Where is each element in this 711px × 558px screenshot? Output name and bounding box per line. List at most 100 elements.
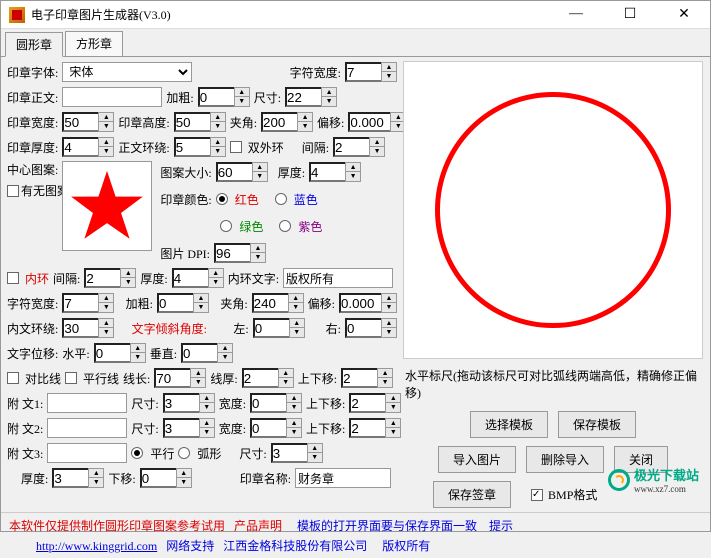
inner-text-input[interactable]	[283, 268, 393, 288]
offset-label: 偏移:	[317, 114, 344, 131]
thick-label: 印章厚度:	[7, 139, 58, 156]
footer: 本软件仅提供制作圆形印章图案参考试用 产品声明 模板的打开界面要与保存界面一致 …	[1, 512, 710, 558]
tab-circle[interactable]: 圆形章	[5, 32, 63, 57]
thick2-input[interactable]	[309, 162, 345, 182]
wrap2-input[interactable]	[62, 318, 98, 338]
att2-input[interactable]	[47, 418, 127, 438]
logo-icon	[608, 469, 630, 491]
delete-import-button[interactable]: 删除导入	[526, 446, 604, 473]
double-ring-checkbox[interactable]	[230, 141, 242, 153]
att3-parallel-radio[interactable]	[131, 447, 143, 459]
att2-ud[interactable]	[349, 418, 385, 438]
inner-ring-checkbox[interactable]	[7, 272, 19, 284]
watermark-logo: 极光下载站 www.xz7.com	[608, 465, 699, 494]
bold-label: 加粗:	[166, 89, 193, 106]
titlebar: 电子印章图片生成器(V3.0) — ☐ ✕	[1, 1, 710, 29]
angle2-input[interactable]	[252, 293, 288, 313]
minimize-button[interactable]: —	[558, 6, 594, 23]
att3-input[interactable]	[47, 443, 127, 463]
dpi-input[interactable]	[214, 243, 250, 263]
r-thick-input[interactable]	[52, 468, 88, 488]
att2-size[interactable]	[163, 418, 199, 438]
size-label: 尺寸:	[254, 89, 281, 106]
close-button[interactable]: ✕	[666, 6, 702, 23]
save-signature-button[interactable]: 保存签章	[433, 481, 511, 508]
tilt-left-input[interactable]	[253, 318, 289, 338]
parallel-checkbox[interactable]	[65, 372, 77, 384]
charw-input[interactable]	[345, 62, 381, 82]
inner-thick-input[interactable]	[172, 268, 208, 288]
inner-gap-input[interactable]	[84, 268, 120, 288]
sealw-label: 印章宽度:	[7, 114, 58, 131]
thick2-label: 厚度:	[278, 164, 305, 181]
tilt-label: 文字倾斜角度:	[132, 320, 207, 337]
inner-label: 内环	[25, 270, 49, 287]
charw2-input[interactable]	[62, 293, 98, 313]
tab-square[interactable]: 方形章	[65, 31, 123, 56]
bmp-checkbox[interactable]	[531, 489, 543, 501]
sealh-input[interactable]	[174, 112, 210, 132]
font-label: 印章字体:	[7, 64, 58, 81]
star-icon	[68, 167, 146, 245]
att3-size[interactable]	[271, 443, 307, 463]
nopic-checkbox[interactable]	[7, 185, 19, 197]
att3-arc-radio[interactable]	[178, 447, 190, 459]
center-label: 中心图案:	[7, 161, 58, 178]
color-label: 印章颜色:	[160, 191, 211, 208]
select-template-button[interactable]: 选择模板	[470, 411, 548, 438]
size-input[interactable]	[285, 87, 321, 107]
website-link[interactable]: http://www.kinggrid.com	[36, 539, 157, 553]
body-label: 印章正文:	[7, 89, 58, 106]
window-title: 电子印章图片生成器(V3.0)	[31, 6, 558, 23]
sealw-input[interactable]	[62, 112, 98, 132]
spinner-icon[interactable]: ▲▼	[381, 62, 397, 82]
color-purple-radio[interactable]	[279, 220, 291, 232]
picsize-input[interactable]	[216, 162, 252, 182]
color-green-radio[interactable]	[220, 220, 232, 232]
att2-w[interactable]	[250, 418, 286, 438]
sealname-input[interactable]	[295, 468, 391, 488]
pos-h-input[interactable]	[94, 343, 130, 363]
seal-preview	[403, 61, 703, 359]
circle-icon	[435, 92, 671, 328]
color-red-radio[interactable]	[216, 193, 228, 205]
charw-label: 字符宽度:	[290, 64, 341, 81]
tilt-right-input[interactable]	[345, 318, 381, 338]
thick-input[interactable]	[62, 137, 98, 157]
att1-size[interactable]	[163, 393, 199, 413]
font-select[interactable]: 宋体	[62, 62, 192, 82]
gap-input[interactable]	[333, 137, 369, 157]
tabs: 圆形章 方形章	[1, 29, 710, 56]
att1-ud[interactable]	[349, 393, 385, 413]
gap-label: 间隔:	[302, 139, 329, 156]
save-template-button[interactable]: 保存模板	[558, 411, 636, 438]
att1-w[interactable]	[250, 393, 286, 413]
import-image-button[interactable]: 导入图片	[438, 446, 516, 473]
r-down-input[interactable]	[140, 468, 176, 488]
att1-input[interactable]	[47, 393, 127, 413]
body-input[interactable]	[62, 87, 162, 107]
angle-label: 夹角:	[230, 114, 257, 131]
sealh-label: 印章高度:	[118, 114, 169, 131]
ruler-hint: 水平标尺(拖动该标尺可对比弧线两端高低，精确修正偏移)	[403, 365, 703, 403]
linet-input[interactable]	[242, 368, 278, 388]
dpi-label: 图片 DPI:	[160, 245, 210, 262]
pos-v-input[interactable]	[181, 343, 217, 363]
app-icon	[9, 7, 25, 23]
maximize-button[interactable]: ☐	[612, 6, 648, 23]
color-blue-radio[interactable]	[275, 193, 287, 205]
lineup-input[interactable]	[341, 368, 377, 388]
linelen-input[interactable]	[154, 368, 190, 388]
double-label: 双外环	[248, 139, 284, 156]
contrast-checkbox[interactable]	[7, 372, 19, 384]
offset-input[interactable]	[348, 112, 390, 132]
nopic-label: 有无图案	[21, 182, 51, 199]
center-pattern-preview	[62, 161, 152, 251]
angle-input[interactable]	[261, 112, 297, 132]
picsize-label: 图案大小:	[160, 164, 211, 181]
offset2-input[interactable]	[339, 293, 381, 313]
bold-input[interactable]	[198, 87, 234, 107]
wrap-input[interactable]	[174, 137, 210, 157]
wrap-label: 正文环绕:	[118, 139, 169, 156]
bold2-input[interactable]	[157, 293, 193, 313]
